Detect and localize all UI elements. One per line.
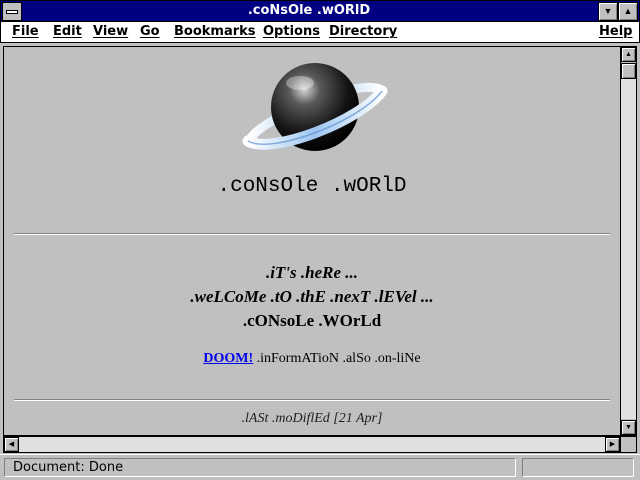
- scroll-right-button[interactable]: ▶: [605, 437, 620, 452]
- intro-line-1: .iT's .heRe ...: [265, 263, 359, 282]
- scroll-down-button[interactable]: ▼: [621, 420, 636, 435]
- menu-edit[interactable]: Edit: [53, 23, 82, 41]
- menu-go[interactable]: Go: [140, 23, 160, 41]
- intro-line-2: .weLCoMe .tO .thE .nexT .lEVel ...: [190, 287, 434, 306]
- menu-bookmarks[interactable]: Bookmarks: [174, 23, 256, 41]
- menu-help[interactable]: Help: [599, 23, 632, 41]
- doom-link[interactable]: DOOM!: [203, 351, 253, 366]
- menu-bar: File Edit View Go Bookmarks Options Dire…: [0, 22, 640, 43]
- page-viewport: .coNsOle .wORlD .iT's .heRe ... .weLCoMe…: [3, 46, 621, 436]
- planet-logo: [242, 63, 388, 151]
- info-line: DOOM! .inFormATioN .alSo .on-liNe: [4, 351, 620, 367]
- maximize-button[interactable]: ▲: [618, 2, 638, 21]
- system-menu-button[interactable]: [2, 2, 22, 21]
- arrow-left-icon: ◀: [8, 441, 15, 448]
- scrollbar-corner: [620, 436, 637, 453]
- arrow-down-icon: ▼: [625, 424, 632, 431]
- vertical-scrollbar[interactable]: ▲ ▼: [620, 46, 637, 436]
- intro-line-3: .cONsoLe .WOrLd: [242, 311, 382, 330]
- menu-file[interactable]: File: [12, 23, 39, 41]
- system-menu-icon: [6, 10, 18, 14]
- window-title: .coNsOle .wORlD: [247, 3, 371, 18]
- menu-directory[interactable]: Directory: [329, 23, 397, 41]
- arrow-up-icon: ▲: [625, 51, 632, 58]
- info-text: .inFormATioN .alSo .on-liNe: [253, 351, 421, 366]
- minimize-button[interactable]: ▼: [598, 2, 618, 21]
- title-bar: .coNsOle .wORlD ▼ ▲: [0, 0, 640, 22]
- minimize-icon: ▼: [603, 6, 613, 16]
- scroll-up-button[interactable]: ▲: [621, 47, 636, 62]
- maximize-icon: ▲: [623, 6, 633, 16]
- status-bar: Document: Done: [0, 454, 640, 480]
- status-text: Document: Done: [4, 458, 516, 477]
- horizontal-rule: [14, 233, 610, 235]
- vertical-scroll-track[interactable]: [621, 63, 636, 419]
- scroll-left-button[interactable]: ◀: [4, 437, 19, 452]
- last-modified: .lASt .moDiflEd [21 Apr]: [241, 411, 383, 426]
- status-progress: [522, 458, 634, 477]
- arrow-right-icon: ▶: [609, 441, 616, 448]
- menu-options[interactable]: Options: [263, 23, 320, 41]
- site-title: .coNsOle .wORlD: [217, 175, 407, 198]
- vertical-scroll-thumb[interactable]: [621, 63, 636, 79]
- menu-view[interactable]: View: [93, 23, 128, 41]
- horizontal-scrollbar[interactable]: ◀ ▶: [3, 436, 621, 453]
- horizontal-rule-bottom: [14, 399, 610, 401]
